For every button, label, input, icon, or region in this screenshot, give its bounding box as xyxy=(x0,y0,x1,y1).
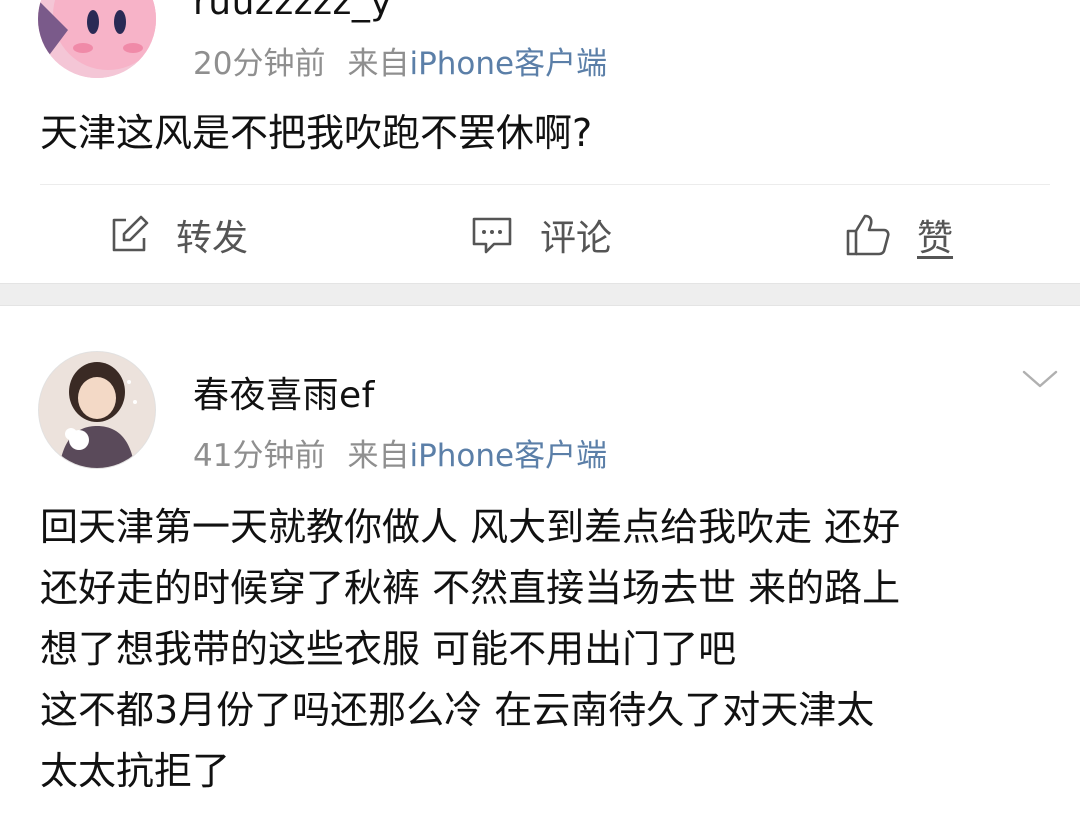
avatar-image xyxy=(38,0,156,78)
source-prefix: 来自 xyxy=(347,46,410,82)
chevron-down-icon[interactable] xyxy=(1020,364,1060,394)
content-line: 还好走的时候穿了秋裤 不然直接当场去世 来的路上 xyxy=(40,566,901,610)
content-line: 天津这风是不把我吹跑不罢休啊? xyxy=(40,111,593,155)
source-prefix: 来自 xyxy=(347,438,410,474)
avatar[interactable] xyxy=(38,351,156,469)
source-device-link[interactable]: iPhone客户端 xyxy=(409,46,607,82)
username[interactable]: 春夜喜雨ef xyxy=(193,366,375,418)
content-line: 太太抗拒了 xyxy=(40,749,231,793)
thumbs-up-icon xyxy=(846,214,890,256)
divider xyxy=(40,184,1050,185)
comment-button[interactable]: 评论 xyxy=(470,200,612,270)
repost-button[interactable]: 转发 xyxy=(108,200,248,270)
edit-square-icon xyxy=(112,215,149,252)
avatar-image xyxy=(39,352,155,468)
post-card: 春夜喜雨ef 41分钟前 来自iPhone客户端 回天津第一天就教你做人 风大到差… xyxy=(0,306,1080,827)
like-label: 赞 xyxy=(917,218,954,259)
username[interactable]: ruuzzzzz_y xyxy=(193,0,392,23)
post-content: 回天津第一天就教你做人 风大到差点给我吹走 还好 还好走的时候穿了秋裤 不然直接… xyxy=(40,497,1050,802)
post-separator xyxy=(0,283,1080,306)
avatar[interactable] xyxy=(38,0,156,78)
comment-label: 评论 xyxy=(540,218,613,259)
post-time: 41分钟前 xyxy=(193,438,326,474)
post-time: 20分钟前 xyxy=(193,46,326,82)
content-line: 回天津第一天就教你做人 风大到差点给我吹走 还好 xyxy=(40,505,901,549)
post-content: 天津这风是不把我吹跑不罢休啊? xyxy=(40,103,1050,164)
post-meta: 41分钟前 来自iPhone客户端 xyxy=(193,430,607,475)
repost-label: 转发 xyxy=(176,218,249,259)
comment-bubble-icon xyxy=(472,217,512,254)
post-card: ruuzzzzz_y 20分钟前 来自iPhone客户端 天津这风是不把我吹跑不罢… xyxy=(0,0,1080,283)
like-button[interactable]: 赞 xyxy=(845,200,953,270)
post-meta: 20分钟前 来自iPhone客户端 xyxy=(193,38,607,83)
action-bar: 转发 评论 赞 xyxy=(0,200,1080,270)
source-device-link[interactable]: iPhone客户端 xyxy=(409,438,607,474)
content-line: 这不都3月份了吗还那么冷 在云南待久了对天津太 xyxy=(40,688,875,732)
content-line: 想了想我带的这些衣服 可能不用出门了吧 xyxy=(40,627,737,671)
